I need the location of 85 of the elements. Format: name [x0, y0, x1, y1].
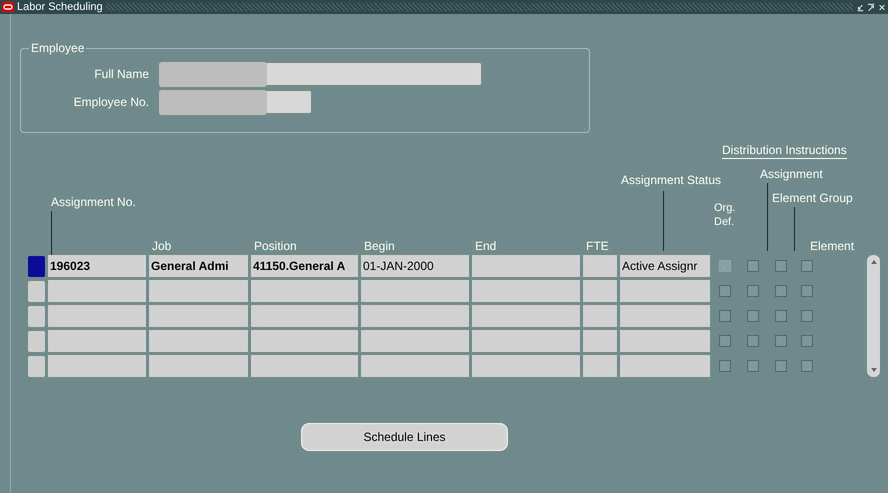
table-cell[interactable] [149, 280, 248, 302]
column-header: FTE [585, 239, 609, 253]
scroll-up-icon[interactable] [870, 259, 878, 265]
checkbox[interactable] [775, 310, 787, 322]
table-cell[interactable] [583, 280, 617, 302]
scrollbar[interactable] [867, 255, 880, 377]
table-cell[interactable] [251, 330, 358, 352]
table-cell[interactable] [149, 305, 248, 327]
row-selector[interactable] [28, 281, 45, 302]
table-cell[interactable] [472, 330, 580, 352]
checkbox[interactable] [801, 335, 813, 347]
input-field[interactable] [159, 91, 311, 113]
table-cell[interactable]: 41150.General A [251, 255, 358, 277]
column-header: Assignment [760, 167, 823, 181]
table-cell[interactable] [251, 305, 358, 327]
minimize-icon[interactable] [856, 2, 864, 12]
table-cell[interactable] [48, 330, 146, 352]
table-cell[interactable]: General Admi [149, 255, 248, 277]
column-header: Assignment Status [620, 173, 722, 187]
row-selector[interactable] [28, 306, 45, 327]
table-cell[interactable] [48, 305, 146, 327]
table-cell[interactable] [361, 305, 469, 327]
column-header: Org. Def. [714, 201, 736, 229]
field-label: Employee No. [72, 95, 149, 109]
checkbox[interactable] [719, 360, 731, 372]
table-cell[interactable]: 196023 [48, 255, 146, 277]
checkbox[interactable] [747, 335, 759, 347]
table-cell[interactable] [620, 355, 710, 377]
column-header: Element [810, 239, 854, 253]
checkbox[interactable] [775, 360, 787, 372]
table-cell[interactable] [251, 355, 358, 377]
checkbox[interactable] [719, 310, 731, 322]
checkbox[interactable] [747, 310, 759, 322]
row-selector[interactable] [28, 331, 45, 352]
close-icon[interactable] [878, 2, 886, 12]
group-legend: Employee [29, 41, 86, 55]
checkbox[interactable] [801, 285, 813, 297]
table-cell[interactable] [472, 280, 580, 302]
checkbox[interactable] [747, 260, 759, 272]
table-cell[interactable] [149, 330, 248, 352]
checkbox[interactable] [801, 260, 813, 272]
input-field[interactable] [159, 63, 481, 85]
table-cell[interactable] [48, 280, 146, 302]
table-cell[interactable] [251, 280, 358, 302]
column-group-header: Distribution Instructions [722, 143, 847, 159]
maximize-icon[interactable] [867, 2, 875, 12]
field-label: Full Name [93, 67, 149, 81]
table-cell[interactable] [472, 305, 580, 327]
checkbox[interactable] [719, 335, 731, 347]
checkbox[interactable] [775, 260, 787, 272]
checkbox[interactable] [801, 360, 813, 372]
table-cell[interactable] [149, 355, 248, 377]
column-header: Begin [363, 239, 395, 253]
column-header: Job [151, 239, 172, 253]
checkbox[interactable] [775, 285, 787, 297]
oracle-logo-icon [2, 2, 14, 12]
checkbox[interactable] [775, 335, 787, 347]
table-cell[interactable]: Active Assignr [620, 255, 710, 277]
table-cell[interactable] [583, 305, 617, 327]
table-cell[interactable] [620, 305, 710, 327]
table-cell[interactable] [583, 330, 617, 352]
column-header: Element Group [772, 191, 853, 205]
row-selector[interactable] [28, 256, 45, 277]
checkbox[interactable] [719, 285, 731, 297]
table-cell[interactable] [361, 355, 469, 377]
checkbox[interactable] [747, 360, 759, 372]
column-header: Position [253, 239, 297, 253]
checkbox[interactable] [747, 285, 759, 297]
schedule-lines-button[interactable]: Schedule Lines [301, 423, 508, 451]
column-header: Assignment No. [50, 195, 136, 209]
window-title: Labor Scheduling [17, 1, 103, 13]
table-cell[interactable] [472, 355, 580, 377]
table-cell[interactable] [48, 355, 146, 377]
table-cell[interactable] [620, 330, 710, 352]
table-cell[interactable] [620, 280, 710, 302]
table-cell[interactable] [361, 280, 469, 302]
checkbox[interactable] [801, 310, 813, 322]
table-cell[interactable] [361, 330, 469, 352]
table-cell[interactable] [472, 255, 580, 277]
column-header: End [474, 239, 496, 253]
table-cell[interactable] [583, 355, 617, 377]
scroll-down-icon[interactable] [870, 367, 878, 373]
table-cell[interactable]: 01-JAN-2000 [361, 255, 469, 277]
row-selector[interactable] [28, 356, 45, 377]
table-cell[interactable] [583, 255, 617, 277]
